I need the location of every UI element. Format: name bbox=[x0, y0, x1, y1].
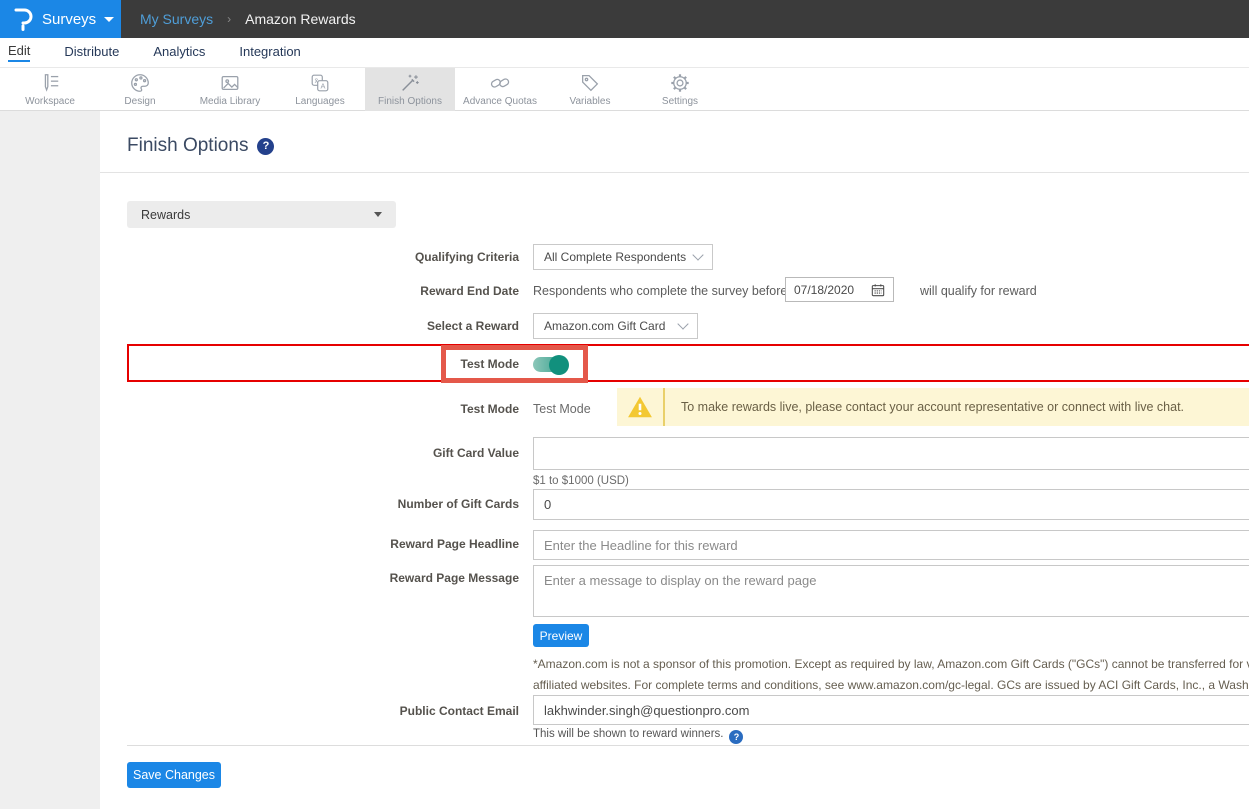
gift-card-value-helper: $1 to $1000 (USD) bbox=[533, 475, 629, 487]
caret-down-icon bbox=[374, 212, 382, 217]
test-mode-toggle[interactable] bbox=[533, 357, 567, 372]
settings-icon bbox=[669, 72, 691, 94]
top-header-bar: Surveys My Surveys › Amazon Rewards bbox=[0, 0, 1249, 38]
chevron-down-icon bbox=[677, 318, 688, 329]
divider bbox=[100, 172, 1249, 173]
toolbar-item-variables[interactable]: Variables bbox=[545, 68, 635, 111]
survey-nav-tabs: Edit Distribute Analytics Integration bbox=[0, 38, 1249, 68]
test-mode-warning-banner: To make rewards live, please contact you… bbox=[617, 388, 1249, 426]
test-mode-status-value: Test Mode bbox=[533, 402, 591, 416]
select-reward-label: Select a Reward bbox=[119, 319, 519, 333]
svg-text:A: A bbox=[320, 82, 325, 91]
toolbar-item-finish-options[interactable]: Finish Options bbox=[365, 68, 455, 111]
workspace-icon bbox=[39, 72, 61, 94]
gift-card-value-input[interactable] bbox=[533, 437, 1249, 470]
divider bbox=[663, 388, 665, 426]
toolbar-item-label: Advance Quotas bbox=[463, 96, 537, 107]
finish-options-panel: Finish Options ? Rewards Qualifying Crit… bbox=[100, 111, 1249, 809]
advance-quotas-icon bbox=[489, 72, 511, 94]
toolbar-item-workspace[interactable]: Workspace bbox=[5, 68, 95, 111]
qualifying-criteria-label: Qualifying Criteria bbox=[119, 250, 519, 264]
media-library-icon bbox=[219, 72, 241, 94]
help-icon[interactable]: ? bbox=[729, 730, 743, 744]
breadcrumb-current-survey: Amazon Rewards bbox=[245, 11, 356, 27]
reward-page-headline-label: Reward Page Headline bbox=[119, 537, 519, 551]
toolbar-item-label: Workspace bbox=[25, 96, 75, 107]
edit-toolbar: Workspace Design Media Library x̄ A bbox=[0, 68, 1249, 111]
toolbar-item-label: Variables bbox=[570, 96, 611, 107]
toolbar-item-advance-quotas[interactable]: Advance Quotas bbox=[455, 68, 545, 111]
product-menu[interactable]: Surveys bbox=[0, 0, 121, 38]
page-title: Finish Options ? bbox=[127, 135, 274, 157]
toolbar-item-label: Media Library bbox=[200, 96, 261, 107]
reward-end-date-suffix: will qualify for reward bbox=[920, 284, 1037, 298]
divider bbox=[127, 745, 1249, 746]
warning-icon bbox=[627, 395, 653, 419]
app-window: Surveys My Surveys › Amazon Rewards Edit… bbox=[0, 0, 1249, 809]
tab-distribute[interactable]: Distribute bbox=[64, 44, 119, 61]
public-contact-email-helper: This will be shown to reward winners.? bbox=[533, 728, 743, 744]
breadcrumb: My Surveys › Amazon Rewards bbox=[140, 0, 356, 38]
public-contact-email-input[interactable] bbox=[533, 695, 1249, 725]
toolbar-item-settings[interactable]: Settings bbox=[635, 68, 725, 111]
toolbar-item-media-library[interactable]: Media Library bbox=[185, 68, 275, 111]
toolbar-item-languages[interactable]: x̄ A Languages bbox=[275, 68, 365, 111]
breadcrumb-my-surveys[interactable]: My Surveys bbox=[140, 11, 213, 27]
calendar-icon bbox=[871, 283, 885, 297]
amazon-disclaimer-text: *Amazon.com is not a sponsor of this pro… bbox=[533, 654, 1249, 696]
toolbar-item-label: Design bbox=[124, 96, 155, 107]
test-mode-status-label: Test Mode bbox=[119, 402, 519, 416]
design-icon bbox=[129, 72, 151, 94]
reward-end-date-input[interactable]: 07/18/2020 bbox=[785, 277, 894, 302]
reward-page-message-textarea[interactable] bbox=[533, 565, 1249, 617]
help-icon[interactable]: ? bbox=[257, 138, 274, 155]
finish-option-type-dropdown[interactable]: Rewards bbox=[127, 201, 396, 228]
toolbar-item-design[interactable]: Design bbox=[95, 68, 185, 111]
preview-button[interactable]: Preview bbox=[533, 624, 589, 647]
number-of-gift-cards-label: Number of Gift Cards bbox=[119, 497, 519, 511]
reward-end-date-label: Reward End Date bbox=[119, 284, 519, 298]
chevron-down-icon bbox=[104, 17, 114, 22]
toolbar-item-label: Finish Options bbox=[378, 96, 442, 107]
toggle-knob bbox=[549, 355, 569, 375]
reward-page-headline-input[interactable] bbox=[533, 530, 1249, 560]
toolbar-item-label: Settings bbox=[662, 96, 698, 107]
test-mode-toggle-label: Test Mode bbox=[119, 357, 519, 371]
warning-text: To make rewards live, please contact you… bbox=[681, 400, 1184, 414]
variables-icon bbox=[579, 72, 601, 94]
save-changes-button[interactable]: Save Changes bbox=[127, 762, 221, 788]
reward-end-date-prefix: Respondents who complete the survey befo… bbox=[533, 284, 787, 298]
questionpro-logo-icon bbox=[12, 6, 34, 32]
gift-card-value-label: Gift Card Value bbox=[119, 446, 519, 460]
tab-edit[interactable]: Edit bbox=[8, 43, 30, 62]
finish-options-icon bbox=[399, 72, 421, 94]
public-contact-email-label: Public Contact Email bbox=[119, 704, 519, 718]
number-of-gift-cards-input[interactable] bbox=[533, 489, 1249, 520]
breadcrumb-separator: › bbox=[227, 12, 231, 26]
languages-icon: x̄ A bbox=[309, 72, 331, 94]
product-name: Surveys bbox=[42, 11, 96, 28]
reward-page-message-label: Reward Page Message bbox=[119, 571, 519, 585]
qualifying-criteria-select[interactable]: All Complete Respondents bbox=[533, 244, 713, 270]
chevron-down-icon bbox=[692, 249, 703, 260]
tab-integration[interactable]: Integration bbox=[239, 44, 300, 61]
select-reward-select[interactable]: Amazon.com Gift Card bbox=[533, 313, 698, 339]
tab-analytics[interactable]: Analytics bbox=[153, 44, 205, 61]
toolbar-item-label: Languages bbox=[295, 96, 345, 107]
